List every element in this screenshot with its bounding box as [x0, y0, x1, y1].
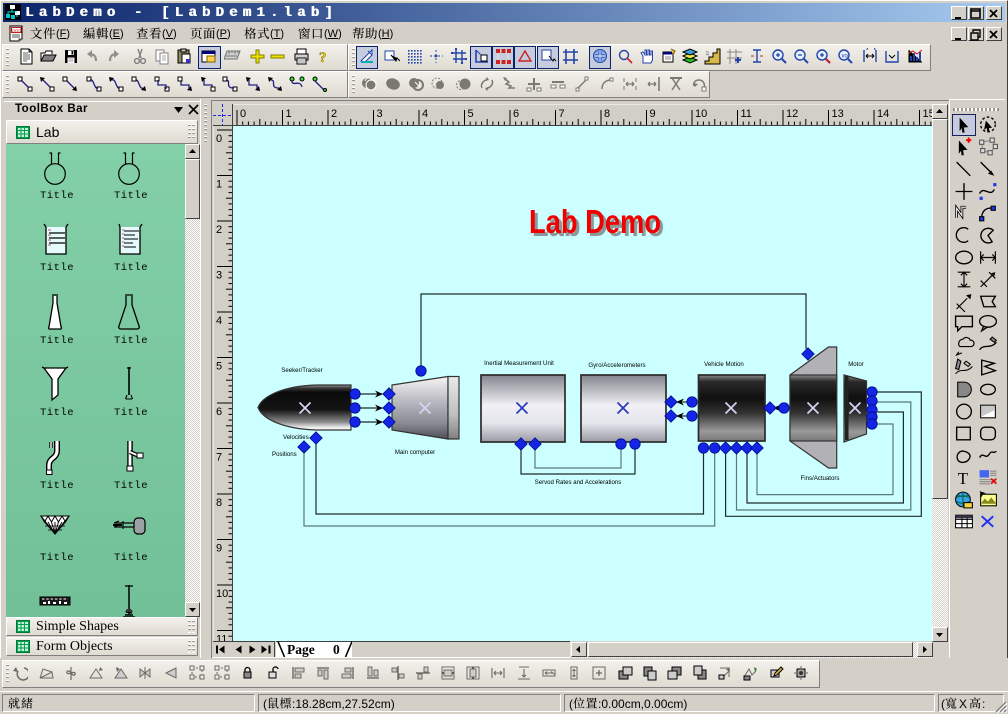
svg-text:Page: Page — [287, 642, 315, 657]
svg-text:0: 0 — [333, 642, 340, 657]
svg-text:T: T — [958, 469, 968, 488]
